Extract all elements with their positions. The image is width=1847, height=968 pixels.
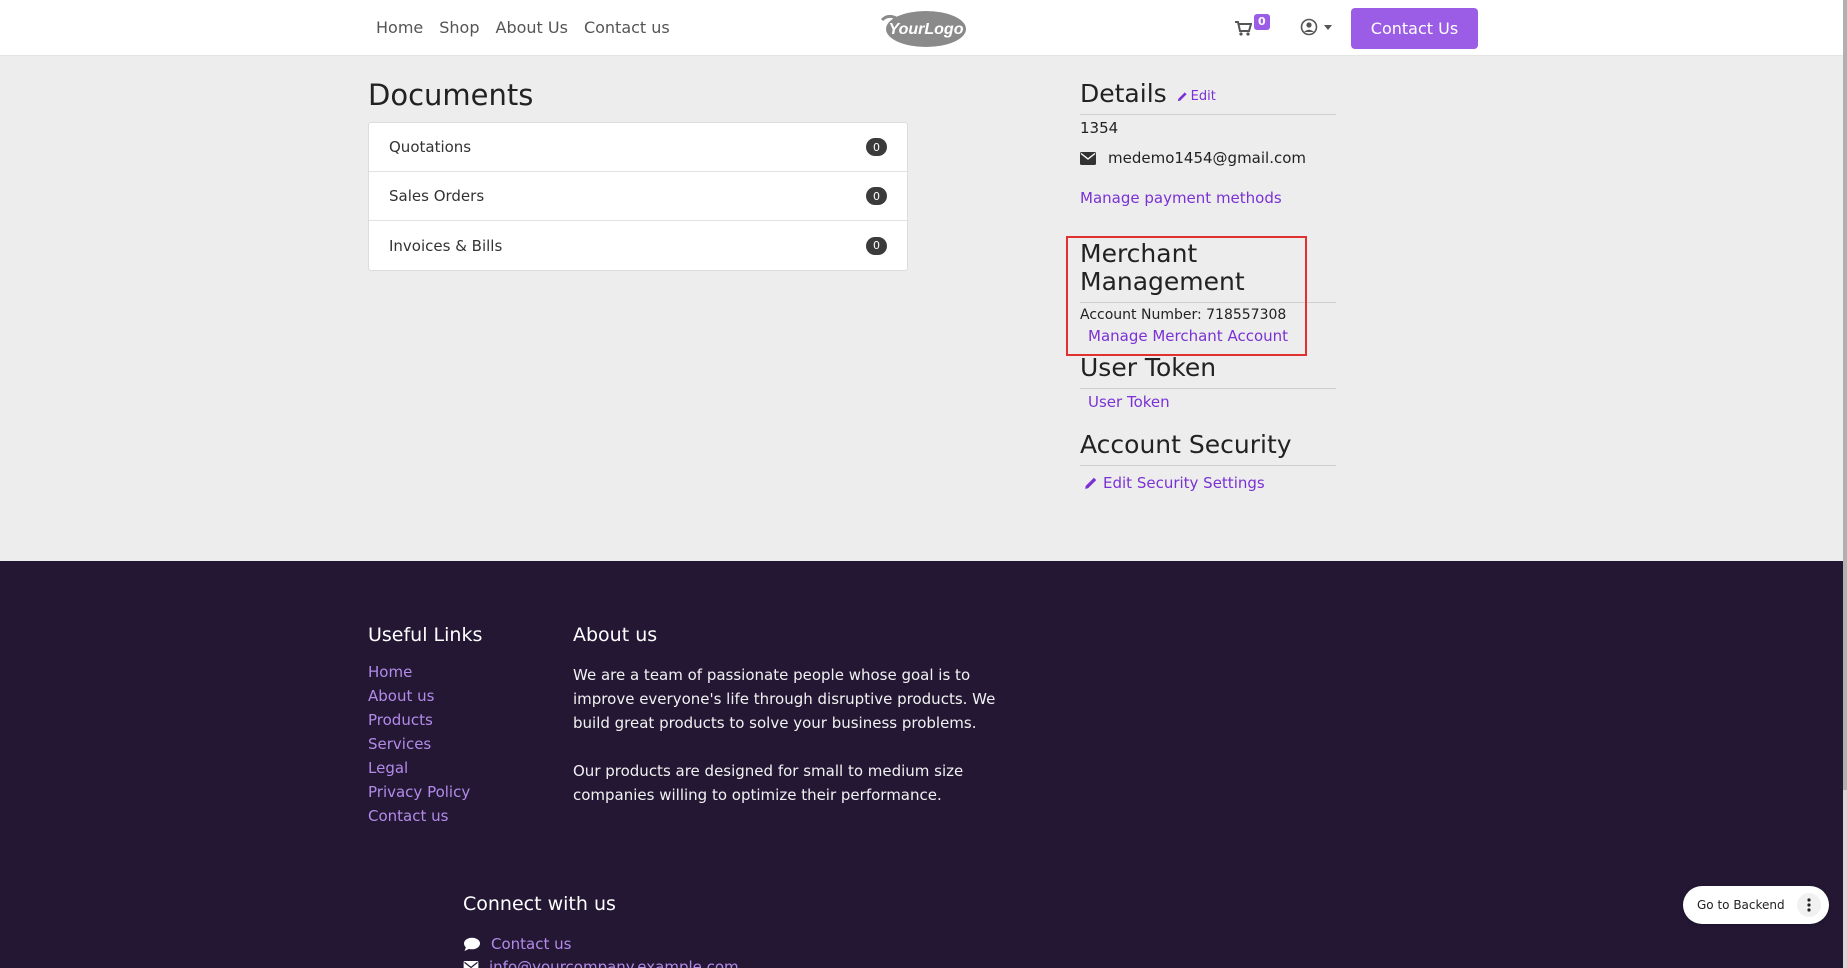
main-nav: Home Shop About Us Contact us xyxy=(368,18,678,38)
useful-links-list: Home About us Products Services Legal Pr… xyxy=(368,663,470,826)
divider xyxy=(1080,114,1336,115)
count-badge: 0 xyxy=(866,236,887,255)
nav-contact-us[interactable]: Contact us xyxy=(576,18,678,38)
connect-with-us-title: Connect with us xyxy=(463,893,616,915)
highlight-box xyxy=(1066,236,1307,356)
connect-email-item: info@yourcompany.example.com xyxy=(463,958,739,968)
details-email: medemo1454@gmail.com xyxy=(1108,149,1307,167)
user-circle-icon xyxy=(1300,18,1318,36)
site-logo[interactable]: YourLogo xyxy=(874,8,972,48)
envelope-icon xyxy=(463,961,479,968)
details-id-value: 1354 xyxy=(1080,119,1119,137)
more-options-button[interactable] xyxy=(1797,893,1821,917)
footer-link-services[interactable]: Services xyxy=(368,735,470,754)
envelope-icon xyxy=(1080,151,1096,165)
count-badge: 0 xyxy=(866,187,887,205)
account-security-title: Account Security xyxy=(1080,430,1292,459)
edit-security-settings-label: Edit Security Settings xyxy=(1103,474,1265,492)
footer-link-contact-us[interactable]: Contact us xyxy=(368,807,470,826)
nav-about-us[interactable]: About Us xyxy=(488,18,576,38)
nav-shop[interactable]: Shop xyxy=(431,18,487,38)
details-edit-link[interactable]: Edit xyxy=(1177,89,1216,104)
count-badge: 0 xyxy=(866,138,887,156)
manage-payment-methods-link[interactable]: Manage payment methods xyxy=(1080,189,1336,207)
edit-security-settings-link[interactable]: Edit Security Settings xyxy=(1084,474,1336,492)
about-paragraph-1: We are a team of passionate people whose… xyxy=(573,666,996,732)
footer-link-products[interactable]: Products xyxy=(368,711,470,730)
about-us-title: About us xyxy=(573,624,658,646)
details-email-row: medemo1454@gmail.com xyxy=(1080,149,1336,167)
contact-us-button[interactable]: Contact Us xyxy=(1351,8,1478,49)
chevron-down-icon xyxy=(1324,24,1332,30)
documents-title: Documents xyxy=(368,78,534,112)
edit-label: Edit xyxy=(1190,89,1216,104)
details-section: Details Edit 1354 medemo1454@gmail.com M… xyxy=(1080,80,1336,207)
footer-link-privacy-policy[interactable]: Privacy Policy xyxy=(368,783,470,802)
about-us-text: We are a team of passionate people whose… xyxy=(573,663,1013,831)
useful-links-title: Useful Links xyxy=(368,624,483,646)
go-to-backend-button[interactable]: Go to Backend xyxy=(1697,898,1785,912)
user-token-link[interactable]: User Token xyxy=(1088,393,1336,411)
document-item-label: Invoices & Bills xyxy=(389,236,503,255)
go-to-backend-widget: Go to Backend xyxy=(1683,886,1829,924)
about-paragraph-2: Our products are designed for small to m… xyxy=(573,762,964,804)
comment-icon xyxy=(464,937,480,951)
details-title: Details xyxy=(1080,79,1167,108)
connect-contact-link[interactable]: Contact us xyxy=(491,935,571,953)
user-token-title: User Token xyxy=(1080,353,1217,382)
divider xyxy=(1080,388,1336,389)
documents-list: Quotations 0 Sales Orders 0 Invoices & B… xyxy=(368,122,908,271)
pencil-icon xyxy=(1085,477,1097,489)
account-security-section: Account Security Edit Security Settings xyxy=(1080,431,1336,492)
document-item-quotations[interactable]: Quotations 0 xyxy=(369,123,907,172)
document-item-label: Sales Orders xyxy=(389,187,485,205)
kebab-menu-icon xyxy=(1807,898,1811,912)
site-footer: Useful Links Home About us Products Serv… xyxy=(0,561,1843,968)
document-item-label: Quotations xyxy=(389,138,472,156)
pencil-icon xyxy=(1177,92,1187,102)
page-scrollbar[interactable] xyxy=(1843,0,1847,968)
user-token-section: User Token User Token xyxy=(1080,354,1336,411)
connect-contact-item: Contact us xyxy=(463,935,571,953)
divider xyxy=(1080,465,1336,466)
footer-link-legal[interactable]: Legal xyxy=(368,759,470,778)
cart-button[interactable]: 0 xyxy=(1230,14,1270,40)
scrollbar-thumb[interactable] xyxy=(1843,0,1847,790)
document-item-sales-orders[interactable]: Sales Orders 0 xyxy=(369,172,907,221)
logo-text: YourLogo xyxy=(889,21,964,38)
cart-count-badge: 0 xyxy=(1254,14,1270,30)
connect-email-link[interactable]: info@yourcompany.example.com xyxy=(489,958,739,968)
footer-link-about-us[interactable]: About us xyxy=(368,687,470,706)
nav-home[interactable]: Home xyxy=(368,18,431,38)
user-menu-toggle[interactable] xyxy=(1300,16,1340,38)
cart-icon xyxy=(1235,21,1252,36)
site-header: Home Shop About Us Contact us YourLogo 0… xyxy=(0,0,1843,56)
footer-link-home[interactable]: Home xyxy=(368,663,470,682)
document-item-invoices-bills[interactable]: Invoices & Bills 0 xyxy=(369,221,907,270)
